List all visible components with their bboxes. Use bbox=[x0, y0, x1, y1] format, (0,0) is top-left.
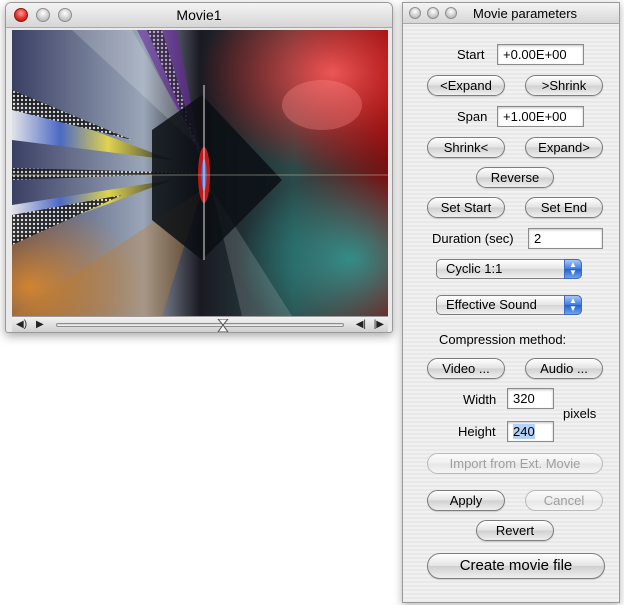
shrink-right-button[interactable]: >Shrink bbox=[525, 75, 603, 96]
import-from-movie-button[interactable]: Import from Ext. Movie bbox=[427, 453, 603, 474]
width-label: Width bbox=[463, 392, 497, 407]
height-field[interactable]: 240 bbox=[507, 421, 554, 442]
reverse-button[interactable]: Reverse bbox=[476, 167, 554, 188]
movie-window-title: Movie1 bbox=[176, 7, 222, 23]
start-field[interactable]: +0.00E+00 bbox=[497, 44, 584, 65]
expand-left-button[interactable]: <Expand bbox=[427, 75, 505, 96]
popup-arrows-icon: ▲ ▼ bbox=[564, 259, 582, 279]
zoom-window-button[interactable] bbox=[445, 7, 457, 19]
window-controls bbox=[409, 7, 457, 19]
params-window-title: Movie parameters bbox=[473, 6, 578, 21]
pixels-label: pixels bbox=[563, 406, 597, 421]
close-window-button[interactable] bbox=[409, 7, 421, 19]
expand-right-button[interactable]: Expand> bbox=[525, 137, 603, 158]
movie-frame[interactable] bbox=[12, 30, 388, 316]
video-compression-button[interactable]: Video ... bbox=[427, 358, 505, 379]
span-label: Span bbox=[457, 109, 488, 124]
movie-parameters-window: Movie parameters Start +0.00E+00 <Expand… bbox=[402, 2, 620, 603]
play-icon[interactable]: ▶ bbox=[36, 319, 44, 331]
set-start-button[interactable]: Set Start bbox=[427, 197, 505, 218]
shrink-left-button[interactable]: Shrink< bbox=[427, 137, 505, 158]
apply-button[interactable]: Apply bbox=[427, 490, 505, 511]
sound-mode-popup[interactable]: Effective Sound ▲ ▼ bbox=[436, 295, 582, 315]
set-end-button[interactable]: Set End bbox=[525, 197, 603, 218]
revert-button[interactable]: Revert bbox=[476, 520, 554, 541]
time-slider[interactable] bbox=[56, 319, 344, 332]
cyclic-mode-popup[interactable]: Cyclic 1:1 ▲ ▼ bbox=[436, 259, 582, 279]
audio-compression-button[interactable]: Audio ... bbox=[525, 358, 603, 379]
cyclic-mode-value: Cyclic 1:1 bbox=[446, 261, 503, 276]
duration-field[interactable]: 2 bbox=[528, 228, 603, 249]
cancel-button[interactable]: Cancel bbox=[525, 490, 603, 511]
minimize-window-button[interactable] bbox=[427, 7, 439, 19]
duration-label: Duration (sec) bbox=[432, 231, 514, 246]
movie-window: Movie1 ◀) ▶ ◀| |▶ bbox=[5, 2, 393, 333]
create-movie-file-button[interactable]: Create movie file bbox=[427, 553, 605, 579]
height-value: 240 bbox=[513, 424, 535, 439]
span-field[interactable]: +1.00E+00 bbox=[497, 106, 584, 127]
movie-titlebar[interactable]: Movie1 bbox=[6, 3, 392, 28]
step-forward-icon[interactable]: |▶ bbox=[374, 319, 384, 331]
width-field[interactable]: 320 bbox=[507, 388, 554, 409]
height-label: Height bbox=[458, 424, 496, 439]
step-back-icon[interactable]: ◀| bbox=[356, 319, 366, 331]
start-label: Start bbox=[457, 47, 485, 62]
sound-mode-value: Effective Sound bbox=[446, 297, 537, 312]
popup-arrows-icon: ▲ ▼ bbox=[564, 295, 582, 315]
slider-thumb-icon[interactable] bbox=[217, 319, 229, 332]
params-titlebar[interactable]: Movie parameters bbox=[403, 3, 619, 24]
movie-controller: ◀) ▶ ◀| |▶ bbox=[12, 316, 388, 332]
compression-method-label: Compression method: bbox=[439, 332, 567, 347]
volume-icon[interactable]: ◀) bbox=[16, 319, 27, 331]
